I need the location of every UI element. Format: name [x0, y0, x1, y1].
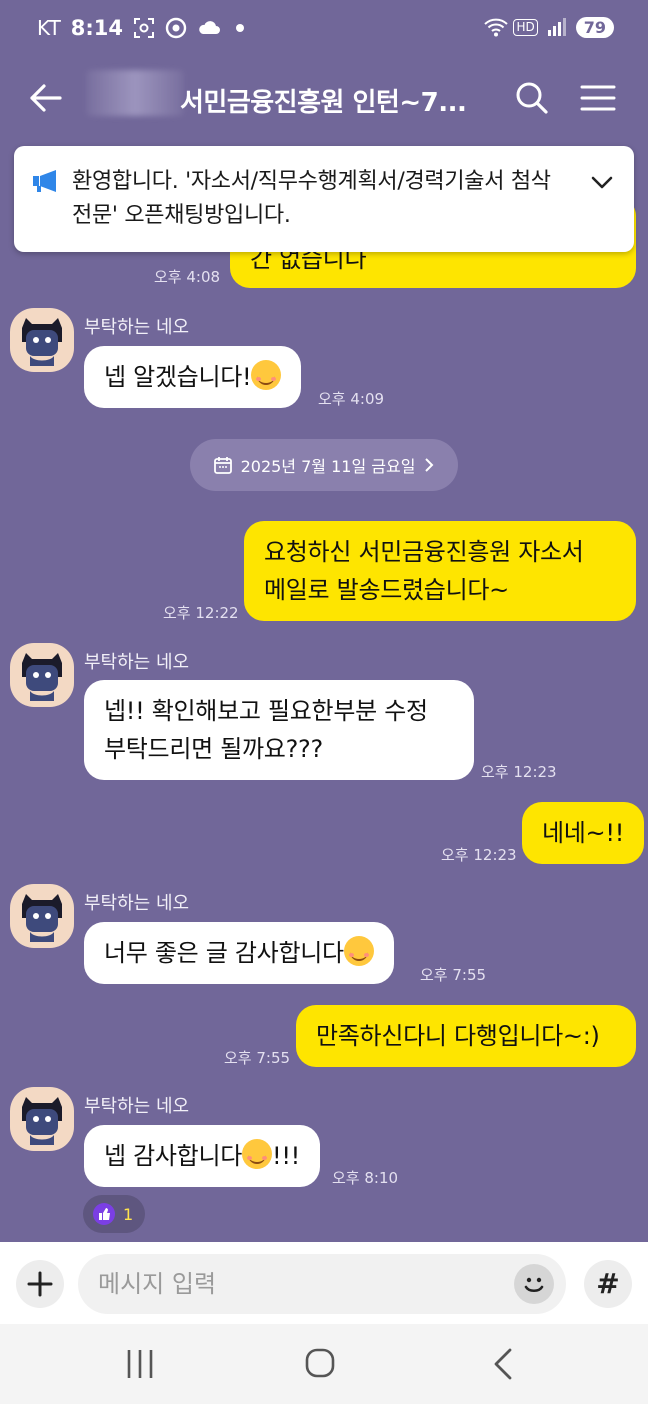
home-button[interactable] — [290, 1344, 350, 1384]
chevron-left-icon — [494, 1348, 512, 1380]
menu-button[interactable] — [578, 78, 618, 118]
message-time: 오후 7:55 — [224, 1049, 291, 1067]
other-message-bubble[interactable]: 넵 감사합니다!!! — [84, 1125, 320, 1187]
hd-badge: HD — [513, 18, 538, 36]
message-line: 부탁드리면 될까요??? — [104, 735, 323, 763]
back-button[interactable] — [26, 78, 66, 118]
message-time: 오후 12:22 — [163, 604, 239, 622]
message-composer: # — [0, 1242, 648, 1324]
message-list[interactable]: 간 없습니다 오후 4:08 부탁하는 네오 넵 알겠습니다! 오후 4:09 … — [0, 136, 648, 1242]
avatar[interactable] — [10, 308, 74, 372]
reaction-badge[interactable]: 1 — [83, 1195, 145, 1233]
message-text-suffix: !!! — [272, 1142, 300, 1170]
smiling-face-emoji-icon — [343, 936, 374, 966]
notice-expand-button[interactable] — [586, 166, 618, 198]
message-time: 오후 12:23 — [441, 846, 517, 864]
avatar[interactable] — [10, 643, 74, 707]
hamburger-menu-icon — [580, 85, 616, 111]
chrome-icon — [165, 17, 187, 39]
message-time: 오후 4:09 — [318, 390, 385, 408]
my-message-bubble[interactable]: 만족하신다니 다행입니다~:) — [296, 1005, 636, 1067]
neo-avatar-icon — [22, 653, 62, 701]
chat-header: 서민금융진흥원 인턴~7... — [0, 60, 648, 136]
neo-avatar-icon — [22, 1097, 62, 1145]
chevron-down-icon — [591, 176, 613, 189]
sender-name: 부탁하는 네오 — [84, 893, 190, 914]
plus-icon — [27, 1271, 53, 1297]
wifi-icon — [483, 16, 509, 38]
date-divider-label: 2025년 7월 11일 금요일 — [240, 457, 416, 476]
other-message-bubble[interactable]: 너무 좋은 글 감사합니다 — [84, 922, 394, 984]
search-button[interactable] — [512, 78, 552, 118]
sender-name: 부탁하는 네오 — [84, 317, 190, 338]
avatar[interactable] — [10, 1087, 74, 1151]
clock: 8:14 — [70, 16, 124, 40]
calendar-icon — [213, 457, 232, 474]
home-icon — [305, 1348, 335, 1378]
sender-name: 부탁하는 네오 — [84, 652, 190, 673]
neo-avatar-icon — [22, 318, 62, 366]
message-line: 넵!! 확인해보고 필요한부분 수정 — [104, 697, 428, 725]
my-message-bubble[interactable]: 네네~!! — [522, 802, 645, 864]
signal-icon — [546, 16, 568, 38]
sender-name: 부탁하는 네오 — [84, 1096, 190, 1117]
date-divider[interactable]: 2025년 7월 11일 금요일 — [190, 439, 458, 491]
chat-title[interactable]: 서민금융진흥원 인턴~7... — [180, 82, 467, 119]
smiley-face-icon — [524, 1277, 544, 1293]
message-input[interactable] — [78, 1254, 566, 1314]
my-message-bubble[interactable]: 요청하신 서민금융진흥원 자소서 메일로 발송드렸습니다~ — [244, 521, 636, 621]
message-text: 만족하신다니 다행입니다~:) — [316, 1022, 600, 1050]
dot-icon — [229, 17, 251, 39]
notice-text: 환영합니다. '자소서/직무수행계획서/경력기술서 첨삭 전문' 오픈채팅방입니… — [72, 169, 551, 228]
chevron-right-icon — [425, 458, 434, 472]
message-text: 너무 좋은 글 감사합니다 — [104, 939, 344, 967]
thumbs-up-icon — [93, 1203, 115, 1225]
smiling-face-emoji-icon — [242, 1139, 273, 1169]
message-text: 네네~!! — [542, 819, 625, 847]
message-time: 오후 7:55 — [420, 966, 487, 984]
back-arrow-icon — [30, 84, 62, 112]
battery-level: 79 — [583, 17, 606, 37]
attach-button[interactable] — [16, 1260, 64, 1308]
message-text: 넵 알겠습니다! — [104, 363, 252, 391]
other-message-bubble[interactable]: 넵 알겠습니다! — [84, 346, 302, 408]
recent-apps-icon — [127, 1350, 153, 1378]
message-time: 오후 12:23 — [481, 763, 557, 781]
hashtag-button[interactable]: # — [584, 1260, 632, 1308]
blurred-title-segment — [86, 70, 184, 116]
message-time: 오후 8:10 — [332, 1169, 399, 1187]
recent-apps-button[interactable] — [110, 1344, 170, 1384]
megaphone-icon — [32, 168, 60, 194]
system-navigation-bar — [0, 1324, 648, 1404]
status-bar: KT 8:14 HD 79 — [0, 0, 648, 60]
screenshot-icon — [133, 17, 155, 39]
other-message-bubble[interactable]: 넵!! 확인해보고 필요한부분 수정 부탁드리면 될까요??? — [84, 680, 474, 780]
emoticon-button[interactable] — [514, 1264, 554, 1304]
neo-avatar-icon — [22, 894, 62, 942]
reaction-count: 1 — [123, 1204, 134, 1224]
carrier-label: KT — [37, 16, 61, 40]
message-time: 오후 4:08 — [154, 268, 221, 286]
battery-indicator: 79 — [575, 16, 614, 38]
search-icon — [516, 82, 548, 114]
system-back-button[interactable] — [472, 1344, 532, 1384]
message-line: 메일로 발송드렸습니다~ — [264, 576, 509, 604]
smiling-face-emoji-icon — [251, 360, 282, 390]
message-line: 요청하신 서민금융진흥원 자소서 — [264, 538, 584, 566]
message-text: 넵 감사합니다 — [104, 1142, 243, 1170]
notice-banner[interactable]: 환영합니다. '자소서/직무수행계획서/경력기술서 첨삭 전문' 오픈채팅방입니… — [14, 146, 634, 252]
cloud-icon — [197, 17, 221, 39]
avatar[interactable] — [10, 884, 74, 948]
